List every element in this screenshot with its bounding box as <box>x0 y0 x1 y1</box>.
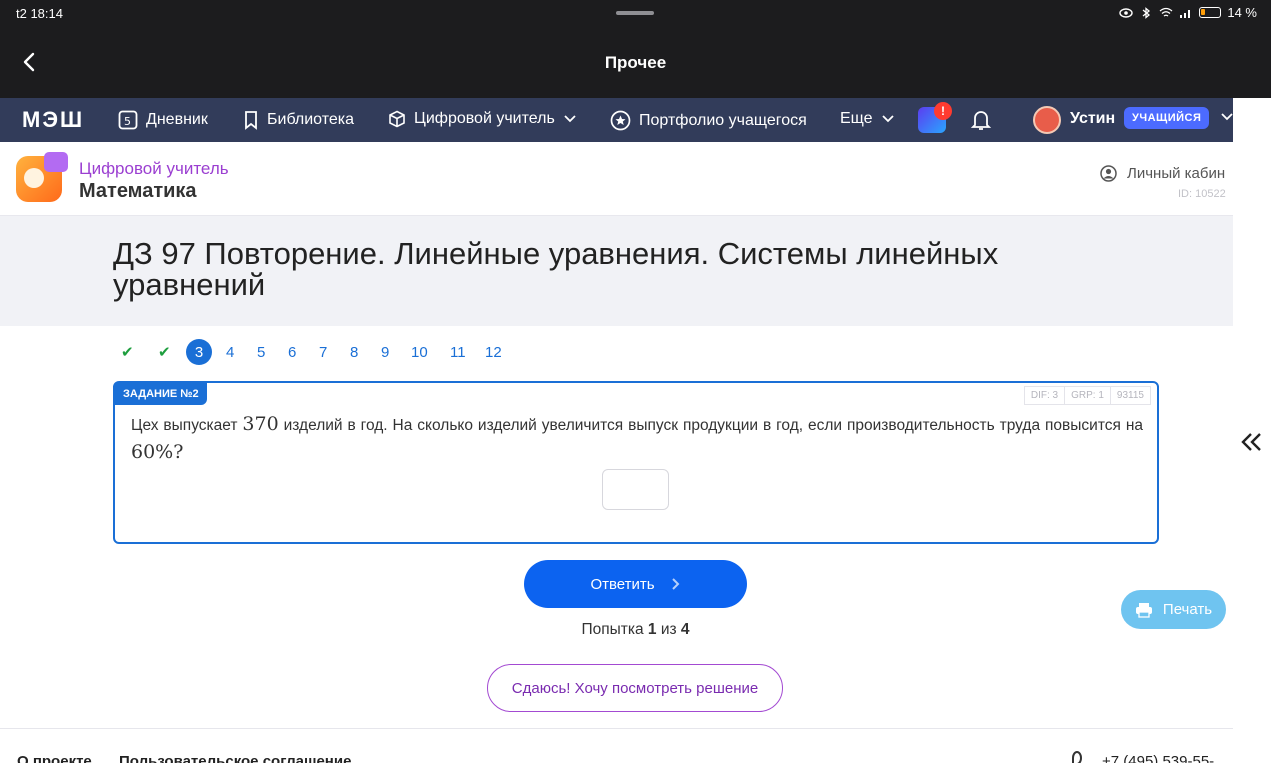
title-section: ДЗ 97 Повторение. Линейные уравнения. Си… <box>0 216 1233 326</box>
answer-input[interactable] <box>602 469 669 510</box>
attempt-total: 4 <box>680 621 690 638</box>
nav-item-label: Дневник <box>146 111 208 128</box>
question-text-part: изделий в год. На сколько изделий увелич… <box>283 417 1143 434</box>
chevron-right-icon <box>671 578 679 590</box>
pager-item[interactable]: 5 <box>257 339 265 365</box>
pager-item-done[interactable]: ✔ <box>158 339 171 365</box>
user-circle-icon <box>1100 165 1117 182</box>
nav-item-label: Библиотека <box>267 111 354 128</box>
math-percent: 60%? <box>131 441 184 463</box>
subject-title: Математика <box>79 180 197 202</box>
location-pin-icon <box>1072 751 1082 763</box>
status-icons: 14 % <box>1119 5 1257 20</box>
footer-agreement-link[interactable]: Пользовательское соглашение <box>119 753 351 763</box>
nav-item-digital-teacher[interactable]: Цифровой учитель <box>388 110 577 128</box>
status-bar: t2 18:14 14 % <box>0 0 1271 28</box>
pager-item[interactable]: 6 <box>288 339 296 365</box>
pager-item[interactable]: 11 <box>450 339 466 365</box>
notification-badge: ! <box>934 102 952 120</box>
mesh-logo[interactable]: МЭШ <box>22 107 84 133</box>
print-label: Печать <box>1162 601 1213 618</box>
pager-item[interactable]: 7 <box>319 339 327 365</box>
print-button[interactable]: Печать <box>1121 590 1226 629</box>
logo-circle <box>24 168 44 188</box>
question-text-part: Цех выпускает <box>131 417 238 434</box>
nav-item-label: Портфолио учащегося <box>639 111 807 129</box>
task-card: ЗАДАНИЕ №2 DIF: 3 GRP: 1 93115 Цех выпус… <box>113 381 1159 544</box>
meta-difficulty: DIF: 3 <box>1023 386 1066 405</box>
nav-item-diary[interactable]: 5 Дневник <box>118 110 208 130</box>
pager-item[interactable]: 10 <box>411 339 428 365</box>
brand-title[interactable]: Цифровой учитель <box>79 159 229 179</box>
footer-about-link[interactable]: О проекте <box>17 753 92 763</box>
attempt-current: 1 <box>647 621 657 638</box>
chevron-down-icon[interactable] <box>1220 112 1234 122</box>
page-footer: О проекте Пользовательское соглашение +7… <box>0 728 1233 763</box>
svg-text:5: 5 <box>124 115 131 128</box>
attempt-prefix: Попытка <box>581 621 644 638</box>
digital-teacher-logo-icon[interactable] <box>16 152 68 202</box>
user-name[interactable]: Устин <box>1070 110 1115 128</box>
pager-item[interactable]: 12 <box>485 339 502 365</box>
user-id: ID: 10522 <box>1178 188 1226 200</box>
nav-item-label: Еще <box>840 110 873 127</box>
product-header: Цифровой учитель Математика Личный кабин… <box>0 142 1233 216</box>
footer-phone[interactable]: +7 (495) 539-55- <box>1102 753 1214 763</box>
math-number: 370 <box>242 413 279 435</box>
task-question: Цех выпускает 370 изделий в год. На скол… <box>131 411 1143 467</box>
page-title: ДЗ 97 Повторение. Линейные уравнения. Си… <box>113 236 999 302</box>
task-meta: DIF: 3 GRP: 1 93115 <box>1023 386 1151 405</box>
user-role-badge: УЧАЩИЙСЯ <box>1124 107 1210 129</box>
top-navbar: МЭШ 5 Дневник Библиотека Цифровой учител… <box>0 98 1233 142</box>
star-circle-icon <box>610 110 631 131</box>
attempt-sep: из <box>660 621 677 638</box>
battery-percent: 14 % <box>1227 5 1257 20</box>
diary-icon: 5 <box>118 110 138 130</box>
bluetooth-icon <box>1142 6 1151 19</box>
personal-cabinet-link[interactable]: Личный кабин <box>1100 165 1225 182</box>
meta-task-id: 93115 <box>1109 386 1151 405</box>
nav-item-portfolio[interactable]: Портфолио учащегося <box>610 110 807 131</box>
status-time: t2 18:14 <box>16 6 63 21</box>
cabinet-label: Личный кабин <box>1127 165 1226 182</box>
logo-bars <box>44 152 68 172</box>
collapse-panel-icon[interactable] <box>1240 430 1264 454</box>
nav-item-label: Цифровой учитель <box>414 110 555 127</box>
cube-icon <box>389 110 405 128</box>
meta-group: GRP: 1 <box>1064 386 1111 405</box>
chevron-down-icon <box>564 115 576 123</box>
app-header-title: Прочее <box>604 53 667 72</box>
submit-label: Ответить <box>590 575 655 593</box>
give-up-button[interactable]: Сдаюсь! Хочу посмотреть решение <box>487 664 783 712</box>
drag-handle[interactable] <box>616 11 654 15</box>
app-header: Прочее <box>0 28 1271 98</box>
eye-icon <box>1119 7 1134 18</box>
printer-icon <box>1135 602 1152 618</box>
wifi-icon <box>1159 7 1173 17</box>
chevron-down-icon <box>881 115 894 123</box>
battery-icon <box>1199 7 1222 18</box>
nav-item-more[interactable]: Еще <box>840 110 895 128</box>
pager-item[interactable]: 4 <box>226 339 234 365</box>
attempt-counter: Попытка 1 из 4 <box>0 621 1271 639</box>
pager-item[interactable]: 8 <box>350 339 358 365</box>
submit-answer-button[interactable]: Ответить <box>524 560 747 608</box>
bookmark-icon <box>245 111 257 130</box>
bell-icon[interactable] <box>970 108 992 132</box>
signal-icon <box>1180 9 1191 18</box>
nav-item-library[interactable]: Библиотека <box>243 110 354 130</box>
pager-item-done[interactable]: ✔ <box>121 339 134 365</box>
pager-item[interactable]: 9 <box>381 339 389 365</box>
pager-item-current[interactable]: 3 <box>186 339 212 365</box>
avatar[interactable] <box>1033 106 1061 134</box>
task-number-badge: ЗАДАНИЕ №2 <box>115 383 207 405</box>
